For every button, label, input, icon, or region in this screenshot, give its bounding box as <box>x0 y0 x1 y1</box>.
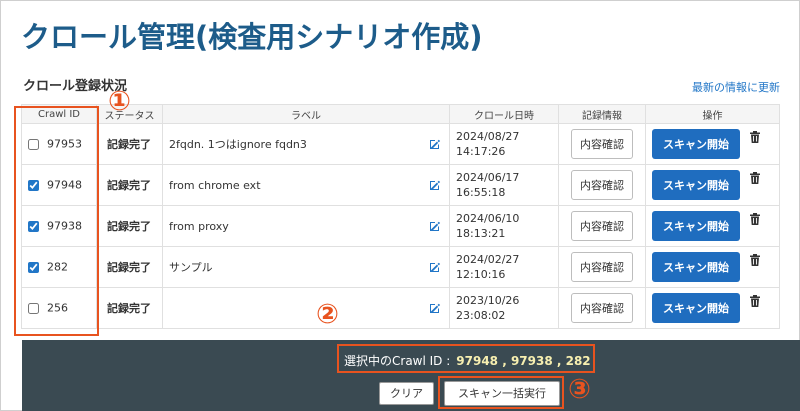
start-scan-button[interactable]: スキャン開始 <box>652 252 740 282</box>
status-badge: 記録完了 <box>96 205 163 247</box>
row-label: サンプル <box>169 261 213 274</box>
label-cell <box>162 287 450 329</box>
record-info-cell: 内容確認 <box>558 164 646 206</box>
refresh-link[interactable]: 最新の情報に更新 <box>692 79 780 95</box>
header-operation: 操作 <box>645 104 780 124</box>
crawl-time: 16:55:18 <box>456 186 506 199</box>
table-row: 97953 記録完了 2fqdn. 1つはignore fqdn3 2024/08/2… <box>21 123 780 165</box>
table-row: 282 記録完了 サンプル 2024/02/27 12:10:16 内容確認 スキャン開始 <box>21 246 780 288</box>
status-badge: 記録完了 <box>96 246 163 288</box>
crawl-datetime: 2024/06/10 18:13:21 <box>449 205 559 247</box>
crawl-datetime: 2024/08/27 14:17:26 <box>449 123 559 165</box>
crawl-time: 23:08:02 <box>456 309 506 322</box>
record-info-cell: 内容確認 <box>558 205 646 247</box>
highlight-crawl-id-column <box>14 106 99 336</box>
label-cell: from proxy <box>162 205 450 247</box>
row-label: 2fqdn. 1つはignore fqdn3 <box>169 138 307 151</box>
operation-cell: スキャン開始 <box>645 287 780 329</box>
label-cell: サンプル <box>162 246 450 288</box>
crawl-time: 18:13:21 <box>456 227 506 240</box>
trash-icon[interactable] <box>750 254 760 266</box>
crawl-date: 2023/10/26 <box>456 294 520 307</box>
crawl-datetime: 2024/06/17 16:55:18 <box>449 164 559 206</box>
record-info-cell: 内容確認 <box>558 123 646 165</box>
annotation-marker-2: ② <box>316 299 339 330</box>
edit-icon[interactable] <box>429 220 441 232</box>
status-badge: 記録完了 <box>96 123 163 165</box>
record-info-cell: 内容確認 <box>558 246 646 288</box>
header-label: ラベル <box>162 104 450 124</box>
selected-crawl-ids: 選択中のCrawl ID : 97948 , 97938 , 282 <box>344 352 591 369</box>
crawl-datetime: 2024/02/27 12:10:16 <box>449 246 559 288</box>
trash-icon[interactable] <box>750 172 760 184</box>
crawl-time: 14:17:26 <box>456 145 506 158</box>
view-details-button[interactable]: 内容確認 <box>571 252 633 282</box>
table-row: 97948 記録完了 from chrome ext 2024/06/17 16:55:… <box>21 164 780 206</box>
header-record-info: 記録情報 <box>558 104 646 124</box>
start-scan-button[interactable]: スキャン開始 <box>652 129 740 159</box>
annotation-marker-1: ① <box>108 86 131 117</box>
table-row: 97938 記録完了 from proxy 2024/06/10 18:13:21 内容確… <box>21 205 780 247</box>
edit-icon[interactable] <box>429 138 441 150</box>
status-badge: 記録完了 <box>96 287 163 329</box>
view-details-button[interactable]: 内容確認 <box>571 211 633 241</box>
operation-cell: スキャン開始 <box>645 205 780 247</box>
view-details-button[interactable]: 内容確認 <box>571 293 633 323</box>
header-crawl-datetime: クロール日時 <box>449 104 559 124</box>
view-details-button[interactable]: 内容確認 <box>571 170 633 200</box>
crawl-date: 2024/08/27 <box>456 130 520 143</box>
crawl-date: 2024/06/17 <box>456 171 520 184</box>
selected-label: 選択中のCrawl ID : <box>344 354 451 368</box>
crawl-table: Crawl ID ステータス ラベル クロール日時 記録情報 操作 97953 記… <box>21 104 780 329</box>
start-scan-button[interactable]: スキャン開始 <box>652 170 740 200</box>
trash-icon[interactable] <box>750 131 760 143</box>
bulk-scan-button[interactable]: スキャン一括実行 <box>444 381 560 406</box>
annotation-marker-3: ③ <box>568 374 591 405</box>
trash-icon[interactable] <box>750 295 760 307</box>
page-title: クロール管理(検査用シナリオ作成) <box>21 20 483 54</box>
table-row: 256 記録完了 2023/10/26 23:08:02 内容確認 スキャン開始 <box>21 287 780 329</box>
crawl-datetime: 2023/10/26 23:08:02 <box>449 287 559 329</box>
table-header-row: Crawl ID ステータス ラベル クロール日時 記録情報 操作 <box>21 104 780 124</box>
trash-icon[interactable] <box>750 213 760 225</box>
edit-icon[interactable] <box>429 302 441 314</box>
crawl-time: 12:10:16 <box>456 268 506 281</box>
clear-button[interactable]: クリア <box>379 382 434 405</box>
operation-cell: スキャン開始 <box>645 246 780 288</box>
label-cell: 2fqdn. 1つはignore fqdn3 <box>162 123 450 165</box>
selected-ids-value: 97948 , 97938 , 282 <box>456 354 591 368</box>
start-scan-button[interactable]: スキャン開始 <box>652 211 740 241</box>
operation-cell: スキャン開始 <box>645 164 780 206</box>
operation-cell: スキャン開始 <box>645 123 780 165</box>
crawl-date: 2024/06/10 <box>456 212 520 225</box>
label-cell: from chrome ext <box>162 164 450 206</box>
edit-icon[interactable] <box>429 261 441 273</box>
row-label: from chrome ext <box>169 178 261 192</box>
status-badge: 記録完了 <box>96 164 163 206</box>
crawl-date: 2024/02/27 <box>456 253 520 266</box>
edit-icon[interactable] <box>429 179 441 191</box>
row-label: from proxy <box>169 219 229 233</box>
view-details-button[interactable]: 内容確認 <box>571 129 633 159</box>
record-info-cell: 内容確認 <box>558 287 646 329</box>
start-scan-button[interactable]: スキャン開始 <box>652 293 740 323</box>
